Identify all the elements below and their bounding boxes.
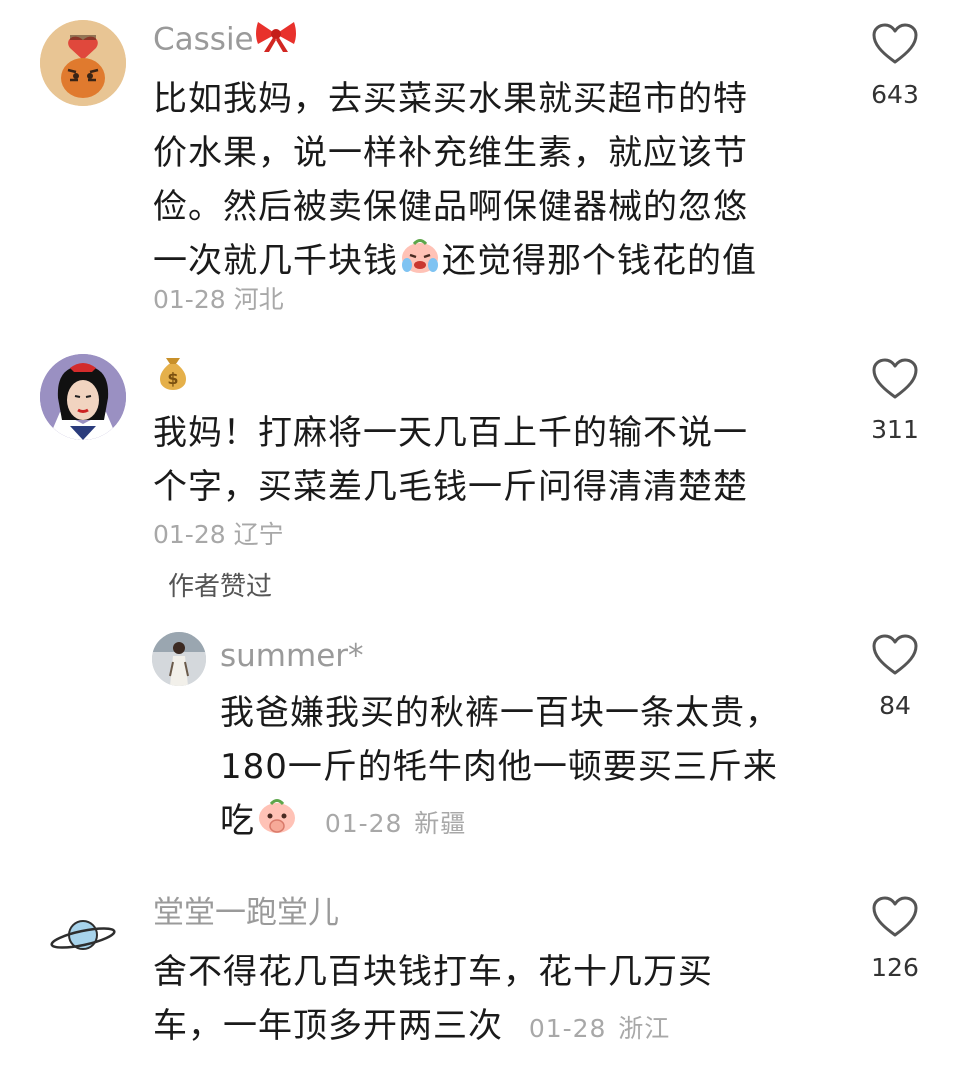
money-bag-emoji-icon: $: [153, 352, 193, 396]
reply-text: 我爸嫌我买的秋裤一百块一条太贵， 180一斤的牦牛肉他一顿要买三斤来 吃 01-…: [220, 686, 820, 851]
tiger-avatar-icon: [40, 20, 126, 106]
comment-line: 我爸嫌我买的秋裤一百块一条太贵，: [220, 693, 780, 733]
comment-date: 01-28: [528, 1014, 607, 1043]
comment-username[interactable]: $: [153, 352, 193, 396]
avatar[interactable]: [40, 354, 126, 440]
comment-line: 我妈！打麻将一天几百上千的输不说一: [153, 413, 748, 453]
reply-date: 01-28: [324, 809, 403, 838]
comment-location: 辽宁: [233, 520, 284, 549]
avatar[interactable]: [152, 632, 206, 686]
shy-peach-emoji-icon: [255, 795, 299, 851]
comment-meta: 01-28 辽宁: [153, 515, 284, 551]
comment-line: 个字，买菜差几毛钱一斤问得清清楚楚: [153, 467, 748, 507]
comment-date: 01-28: [153, 285, 226, 314]
like-count: 84: [879, 691, 911, 720]
like-button[interactable]: 311: [865, 357, 925, 444]
comment-text: 我妈！打麻将一天几百上千的输不说一 个字，买菜差几毛钱一斤问得清清楚楚: [153, 406, 813, 514]
comment-meta: 01-28 河北: [153, 280, 284, 316]
like-button[interactable]: 84: [865, 633, 925, 720]
username-text[interactable]: Cassie: [153, 22, 254, 58]
heart-outline-icon[interactable]: [871, 357, 919, 401]
avatar[interactable]: [40, 892, 126, 978]
author-liked-badge: 作者赞过: [168, 572, 273, 602]
like-button[interactable]: 126: [865, 895, 925, 982]
comment-line: 180一斤的牦牛肉他一顿要买三斤来: [220, 747, 778, 787]
comment-line: 比如我妈，去买菜买水果就买超市的特: [153, 79, 748, 119]
heart-outline-icon[interactable]: [871, 895, 919, 939]
comment-text: 舍不得花几百块钱打车，花十几万买 车，一年顶多开两三次 01-28 浙江: [153, 945, 833, 1056]
username-text[interactable]: 堂堂一跑堂儿: [153, 895, 339, 931]
avatar[interactable]: [40, 20, 126, 106]
comment-line: 舍不得花几百块钱打车，花十几万买: [153, 952, 713, 992]
comment-line: 俭。然后被卖保健品啊保健器械的忽悠: [153, 187, 748, 227]
snow-white-avatar-icon: [40, 354, 126, 440]
reply-username[interactable]: summer*: [220, 636, 364, 676]
like-button[interactable]: 643: [865, 22, 925, 109]
comment-date: 01-28: [153, 520, 226, 549]
comment-text-span: 还觉得那个钱花的值: [442, 241, 757, 281]
username-text[interactable]: summer*: [220, 638, 364, 674]
heart-outline-icon[interactable]: [871, 22, 919, 66]
comment-text-span: 车，一年顶多开两三次: [153, 1006, 503, 1046]
like-count: 126: [871, 953, 919, 982]
comment-line: 吃 01-28 新疆: [220, 794, 820, 851]
heart-outline-icon[interactable]: [871, 633, 919, 677]
person-photo-avatar-icon: [152, 632, 206, 686]
svg-text:$: $: [167, 369, 178, 388]
comment-username[interactable]: 堂堂一跑堂儿: [153, 893, 339, 933]
comment-line: 车，一年顶多开两三次 01-28 浙江: [153, 999, 833, 1056]
ribbon-emoji-icon: [254, 18, 298, 64]
comment-location: 浙江: [618, 1014, 671, 1043]
crying-peach-emoji-icon: [398, 235, 442, 291]
planet-avatar-icon: [40, 892, 126, 978]
like-count: 643: [871, 80, 919, 109]
comment-line: 价水果，说一样补充维生素，就应该节: [153, 133, 748, 173]
like-count: 311: [871, 415, 919, 444]
comment-text-span: 吃: [220, 801, 255, 841]
comment-location: 河北: [233, 285, 284, 314]
comment-text: 比如我妈，去买菜买水果就买超市的特 价水果，说一样补充维生素，就应该节 俭。然后…: [153, 72, 813, 291]
comment-username[interactable]: Cassie: [153, 18, 298, 64]
reply-location: 新疆: [414, 809, 467, 838]
comment-text-span: 一次就几千块钱: [153, 241, 398, 281]
